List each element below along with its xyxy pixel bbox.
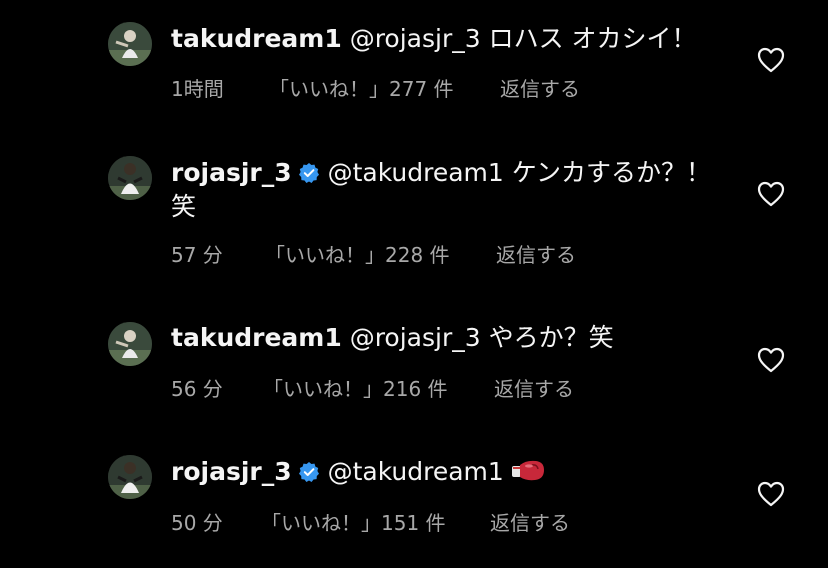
comment-body: ロハス オカシイ！ [480, 24, 697, 53]
reply-button[interactable]: 返信する [500, 73, 580, 102]
comment-time: 56 分 [171, 377, 223, 401]
comment-text: rojasjr_3 @takudream1 [171, 455, 731, 489]
heart-outline-icon[interactable] [757, 181, 785, 207]
likes-count-link[interactable]: 「いいね！」216 件 [263, 373, 448, 402]
avatar-rojasjr_3-icon[interactable] [108, 156, 152, 200]
mention-link[interactable]: @rojasjr_3 [350, 323, 481, 352]
comment-text: rojasjr_3 @takudream1 ケンカするか？！笑 [171, 156, 731, 224]
mention-link[interactable]: @takudream1 [328, 457, 504, 486]
mention-link[interactable]: @rojasjr_3 [350, 24, 481, 53]
verified-badge-icon [298, 163, 319, 183]
boxing-glove-icon [511, 460, 544, 481]
avatar-rojasjr_3-icon[interactable] [108, 455, 152, 499]
heart-outline-icon[interactable] [757, 481, 785, 507]
likes-count-link[interactable]: 「いいね！」277 件 [269, 73, 454, 102]
comment-body: やろか？笑 [480, 323, 614, 352]
comment-time: 50 分 [171, 511, 223, 535]
username-link[interactable]: takudream1 [171, 24, 342, 53]
heart-outline-icon[interactable] [757, 347, 785, 373]
comment-text: takudream1 @rojasjr_3 ロハス オカシイ！ [171, 22, 731, 56]
comment-time: 1時間 [171, 77, 224, 101]
heart-outline-icon[interactable] [757, 47, 785, 73]
reply-button[interactable]: 返信する [494, 373, 574, 402]
username-link[interactable]: takudream1 [171, 323, 342, 352]
likes-count-link[interactable]: 「いいね！」151 件 [261, 507, 446, 536]
likes-count-link[interactable]: 「いいね！」228 件 [265, 239, 450, 268]
comment-text: takudream1 @rojasjr_3 やろか？笑 [171, 321, 731, 355]
reply-button[interactable]: 返信する [496, 239, 576, 268]
mention-link[interactable]: @takudream1 [328, 158, 504, 187]
verified-badge-icon [298, 462, 319, 482]
comment-time: 57 分 [171, 243, 223, 267]
username-link[interactable]: rojasjr_3 [171, 457, 292, 486]
avatar-takudream1-icon[interactable] [108, 22, 152, 66]
reply-button[interactable]: 返信する [490, 507, 570, 536]
username-link[interactable]: rojasjr_3 [171, 158, 292, 187]
avatar-takudream1-icon[interactable] [108, 322, 152, 366]
